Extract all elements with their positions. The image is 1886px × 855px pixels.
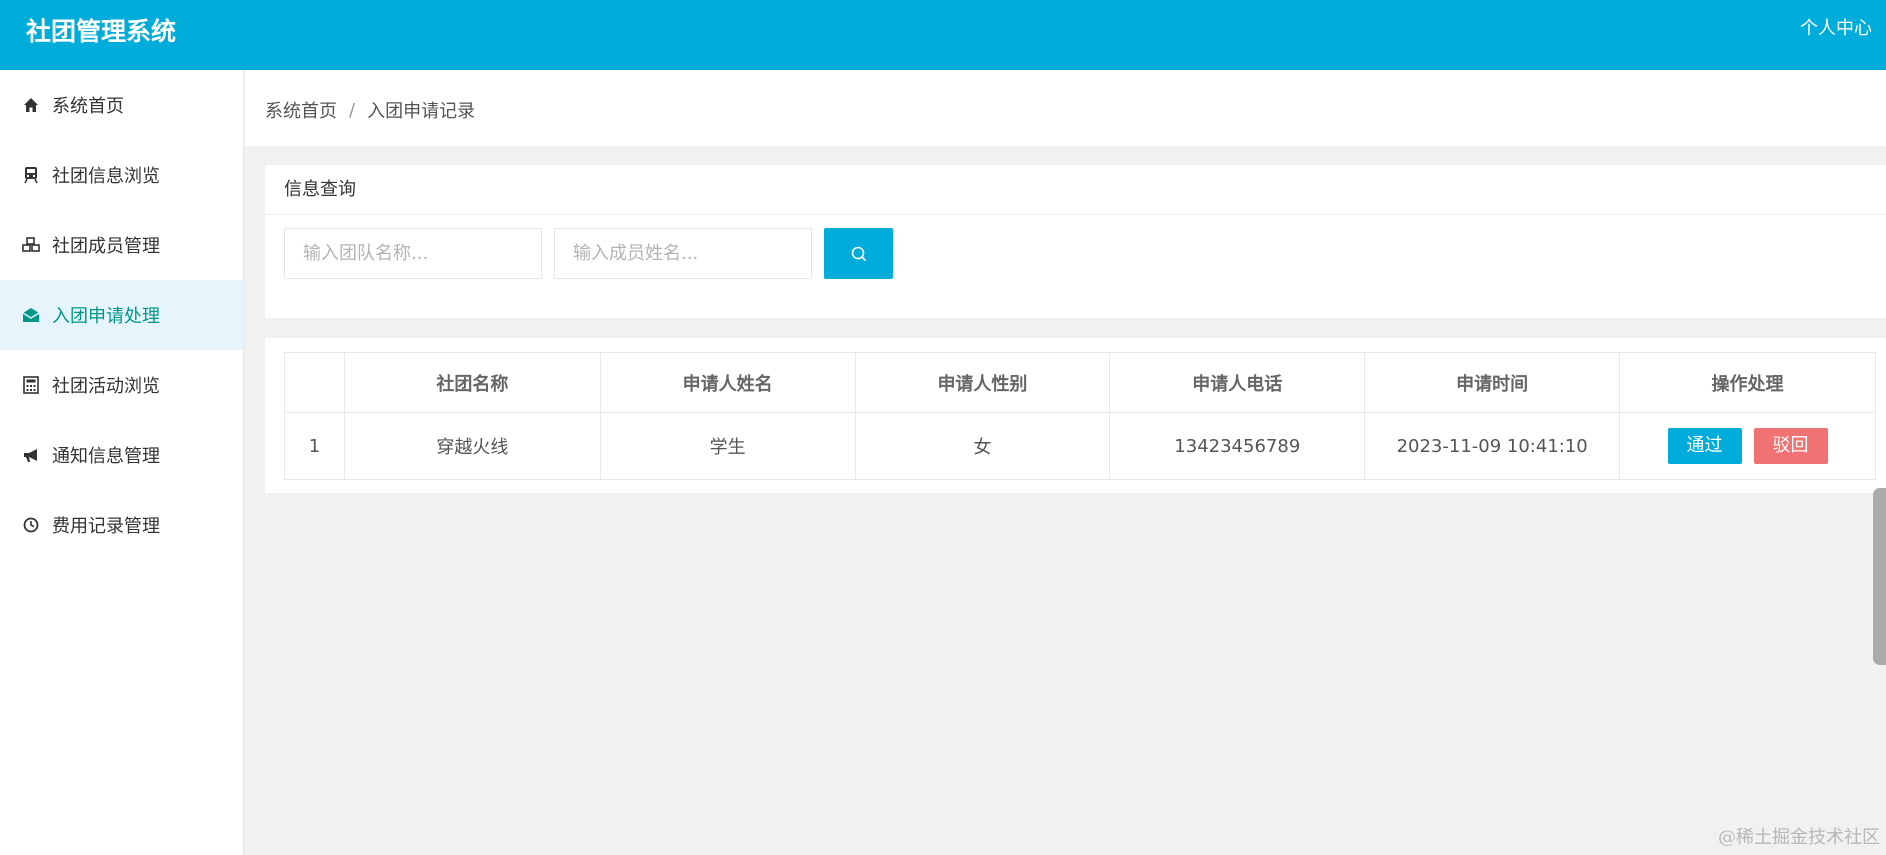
table-header-row: 社团名称 申请人姓名 申请人性别 申请人电话 申请时间 操作处理 [284,352,1876,413]
column-header-actions: 操作处理 [1619,352,1876,413]
bullhorn-icon [20,444,42,466]
sidebar-item-label: 费用记录管理 [52,516,160,537]
app-title: 社团管理系统 [26,17,177,46]
approve-button[interactable]: 通过 [1667,428,1742,464]
watermark: @稀土掘金技术社区 [1718,827,1880,848]
sidebar-item-members[interactable]: 社团成员管理 [0,210,243,280]
sidebar-item-label: 通知信息管理 [52,446,160,467]
column-header-time: 申请时间 [1364,352,1621,413]
user-center-link[interactable]: 个人中心 [1800,14,1872,40]
top-header: 社团管理系统 个人中心 [0,0,1886,70]
application-table-panel: 社团名称 申请人姓名 申请人性别 申请人电话 申请时间 操作处理 1 穿越火线 … [265,338,1886,493]
sidebar: 系统首页 社团信息浏览 社团成员管理 入团申请处理 社团活动浏览 通知信息管理 [0,70,244,855]
sidebar-item-club-info[interactable]: 社团信息浏览 [0,140,243,210]
cell-name: 学生 [599,412,856,480]
cubes-icon [20,234,42,256]
column-header-name: 申请人姓名 [599,352,856,413]
cell-gender: 女 [854,412,1111,480]
query-title: 信息查询 [265,165,1886,215]
column-header-club: 社团名称 [343,352,601,413]
breadcrumb-bar: 系统首页 / 入团申请记录 [245,70,1886,146]
sidebar-item-label: 社团活动浏览 [52,376,160,397]
breadcrumb: 系统首页 / 入团申请记录 [265,97,475,123]
cell-phone: 13423456789 [1109,412,1366,480]
calculator-icon [20,374,42,396]
member-name-input[interactable] [554,228,812,279]
breadcrumb-current: 入团申请记录 [367,101,476,122]
reject-button[interactable]: 驳回 [1753,428,1828,464]
breadcrumb-home[interactable]: 系统首页 [265,97,337,123]
sidebar-item-fees[interactable]: 费用记录管理 [0,490,243,560]
sidebar-item-label: 入团申请处理 [52,306,160,327]
cell-actions: 通过 驳回 [1619,412,1876,480]
search-icon [850,245,868,263]
table-row: 1 穿越火线 学生 女 13423456789 2023-11-09 10:41… [284,412,1876,480]
column-header-phone: 申请人电话 [1109,352,1366,413]
sidebar-item-label: 系统首页 [52,96,124,117]
search-button[interactable] [824,228,893,279]
cell-club: 穿越火线 [343,412,601,480]
breadcrumb-separator: / [349,99,356,121]
column-header-gender: 申请人性别 [854,352,1111,413]
side-scroll-handle[interactable] [1873,488,1886,665]
query-panel: 信息查询 [265,165,1886,318]
envelope-open-icon [20,304,42,326]
cell-time: 2023-11-09 10:41:10 [1364,412,1621,480]
sidebar-item-notices[interactable]: 通知信息管理 [0,420,243,490]
sidebar-item-activities[interactable]: 社团活动浏览 [0,350,243,420]
home-icon [20,94,42,116]
clock-icon [20,514,42,536]
cell-index: 1 [284,412,345,480]
sidebar-item-applications[interactable]: 入团申请处理 [0,280,243,350]
sidebar-item-label: 社团成员管理 [52,236,160,257]
application-table: 社团名称 申请人姓名 申请人性别 申请人电话 申请时间 操作处理 1 穿越火线 … [284,352,1876,480]
sidebar-item-label: 社团信息浏览 [52,166,160,187]
train-icon [20,164,42,186]
column-header-index [284,352,345,413]
team-name-input[interactable] [284,228,542,279]
sidebar-item-home[interactable]: 系统首页 [0,70,243,140]
